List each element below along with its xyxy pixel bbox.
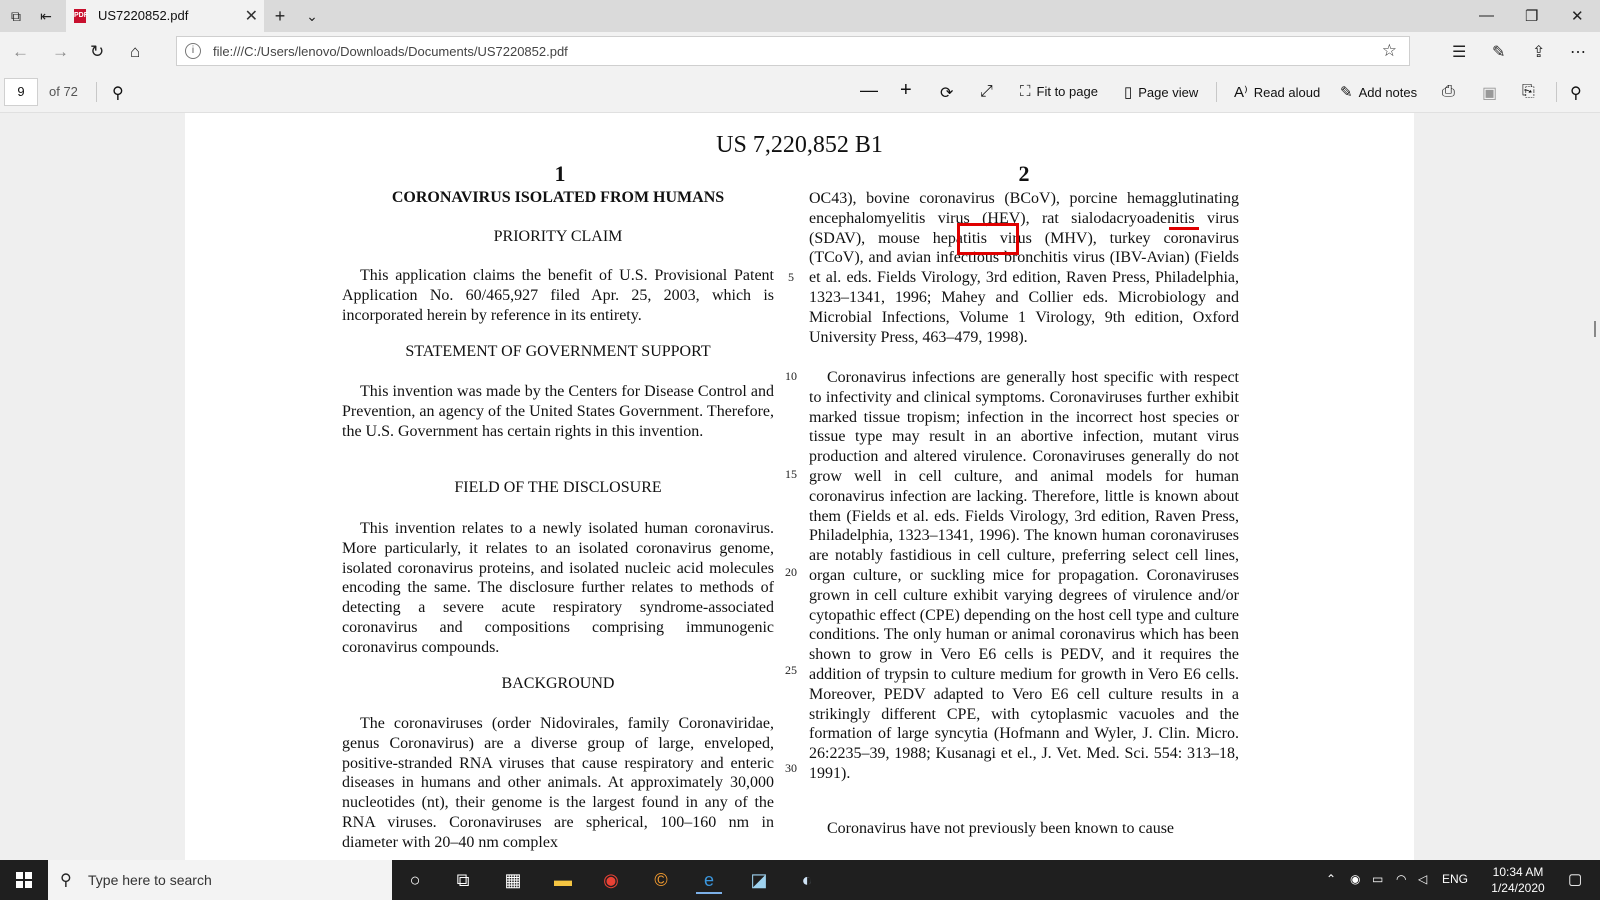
fullscreen-icon[interactable]: ⤢ [980, 83, 993, 101]
store-icon[interactable]: ▦ [500, 868, 526, 892]
home-icon[interactable]: ⌂ [130, 42, 140, 62]
paragraph-government: This invention was made by the Centers f… [342, 383, 774, 440]
minimize-icon[interactable]: — [1479, 7, 1494, 24]
language-indicator[interactable]: ENG [1442, 872, 1468, 886]
page-count: of 72 [49, 84, 78, 99]
annotation-box [957, 223, 1019, 255]
line-number: 25 [785, 663, 797, 677]
pen-icon[interactable]: ✎ [1492, 42, 1505, 62]
paragraph-continuation: Coronavirus have not previously been kno… [827, 820, 1175, 837]
wifi-icon[interactable]: ◠ [1396, 872, 1406, 886]
pdf-viewer[interactable]: US 7,220,852 B1 1 2 CORONAVIRUS ISOLATED… [0, 113, 1600, 860]
paragraph-field: This invention relates to a newly isolat… [342, 520, 774, 656]
file-explorer-icon[interactable]: ▬ [550, 868, 576, 892]
share-icon[interactable]: ⇪ [1532, 42, 1545, 62]
scrollbar[interactable] [1594, 321, 1596, 337]
clock[interactable]: 10:34 AM 1/24/2020 [1478, 864, 1558, 896]
date: 1/24/2020 [1491, 881, 1545, 895]
pin-toolbar-icon[interactable]: ⚲ [1570, 83, 1582, 103]
app-c-icon[interactable]: © [648, 868, 674, 892]
page-view-icon: ▯ [1124, 84, 1133, 101]
more-icon[interactable]: ⋯ [1570, 42, 1586, 62]
document-title: CORONAVIRUS ISOLATED FROM HUMANS [391, 189, 725, 206]
show-hidden-icons[interactable]: ⌃ [1326, 872, 1336, 886]
start-button[interactable] [0, 860, 48, 900]
column-number-2: 2 [1018, 161, 1030, 186]
tab-active[interactable]: PDF US7220852.pdf ✕ [66, 0, 264, 32]
tab-actions-icon[interactable]: ⧉ [8, 8, 24, 24]
zoom-out-icon[interactable]: — [860, 80, 878, 101]
record-icon[interactable]: ◉ [1350, 872, 1360, 886]
paragraph-infections: Coronavirus infections are generally hos… [809, 369, 1239, 782]
search-icon: ⚲ [60, 872, 72, 889]
favorites-icon[interactable]: ☰ [1452, 42, 1466, 62]
search-icon[interactable]: ⚲ [112, 83, 124, 103]
paragraph-coronavirus-types: OC43), bovine coronavirus (BCoV), porcin… [809, 190, 1239, 346]
fit-to-page-icon: ⛶ [1020, 83, 1031, 100]
pdf-page: US 7,220,852 B1 1 2 CORONAVIRUS ISOLATED… [185, 113, 1414, 860]
paragraph-priority: This application claims the benefit of U… [342, 267, 774, 324]
windows-icon [16, 872, 32, 888]
read-aloud-icon: A⁾ [1234, 84, 1248, 101]
line-number: 20 [785, 565, 797, 579]
pdf-toolbar: 9 of 72 ⚲ — + ⟳ ⤢ ⛶ Fit to page ▯ Page vie… [0, 72, 1600, 113]
heading-priority-claim: PRIORITY CLAIM [493, 228, 623, 245]
paragraph-background: The coronaviruses (order Nidovirales, fa… [342, 715, 774, 851]
time: 10:34 AM [1492, 865, 1544, 879]
pdf-icon: PDF [74, 9, 88, 23]
refresh-icon[interactable]: ↻ [90, 42, 104, 62]
line-number: 30 [785, 761, 797, 775]
read-aloud-button[interactable]: A⁾ Read aloud [1234, 83, 1320, 101]
paint-icon[interactable]: ◐ [794, 868, 820, 892]
fit-to-page-button[interactable]: ⛶ Fit to page [1020, 83, 1098, 100]
close-tab-icon[interactable]: ✕ [245, 6, 258, 26]
url-text: file:///C:/Users/lenovo/Downloads/Docume… [213, 44, 568, 59]
line-number: 15 [785, 467, 797, 481]
favorite-star-icon[interactable]: ☆ [1382, 41, 1397, 61]
divider [1216, 82, 1217, 102]
line-number: 5 [788, 270, 794, 284]
info-icon[interactable]: i [185, 43, 201, 59]
column-number-1: 1 [554, 161, 566, 186]
notifications-icon[interactable]: ▢ [1568, 870, 1582, 888]
annotation-underline [1169, 227, 1199, 230]
heading-field: FIELD OF THE DISCLOSURE [454, 479, 662, 496]
new-tab-icon[interactable]: + [272, 7, 288, 25]
heading-government-support: STATEMENT OF GOVERNMENT SUPPORT [405, 343, 711, 360]
add-notes-button[interactable]: ✎ Add notes [1340, 83, 1417, 101]
page-number-input[interactable]: 9 [4, 78, 38, 106]
chrome-icon[interactable]: ◉ [598, 868, 624, 892]
tab-bar: ⧉ ⇤ PDF US7220852.pdf ✕ + ⌄ — ❐ ✕ [0, 0, 1600, 32]
search-placeholder: Type here to search [88, 872, 212, 888]
pen-icon: ✎ [1340, 84, 1353, 101]
rotate-icon[interactable]: ⟳ [940, 83, 953, 103]
forward-icon[interactable]: → [52, 42, 69, 62]
cortana-icon[interactable]: ○ [402, 868, 428, 892]
set-tabs-aside-icon[interactable]: ⇤ [38, 8, 54, 24]
taskbar: ⚲ Type here to search ○ ⧉ ▦ ▬ ◉ © e ◪ ◐ … [0, 860, 1600, 900]
address-bar: ← → ↻ ⌂ i file:///C:/Users/lenovo/Downlo… [0, 32, 1600, 72]
tab-title: US7220852.pdf [98, 8, 189, 23]
print-icon[interactable]: ⎙ [1442, 83, 1455, 101]
divider [96, 82, 97, 102]
edge-icon[interactable]: e [696, 868, 722, 894]
back-icon[interactable]: ← [12, 42, 29, 62]
heading-background: BACKGROUND [501, 675, 615, 692]
close-window-icon[interactable]: ✕ [1571, 7, 1584, 25]
save-as-icon[interactable]: ⎘ [1522, 83, 1535, 101]
restore-icon[interactable]: ❐ [1525, 7, 1538, 25]
volume-icon[interactable]: ◁ [1418, 872, 1427, 886]
task-view-icon[interactable]: ⧉ [450, 868, 476, 892]
chevron-down-icon[interactable]: ⌄ [304, 8, 320, 24]
zoom-in-icon[interactable]: + [900, 79, 912, 102]
save-icon[interactable]: ▣ [1482, 83, 1497, 103]
app-window-icon[interactable]: ◪ [746, 868, 772, 892]
battery-icon[interactable]: ▭ [1372, 872, 1383, 886]
divider [1556, 82, 1557, 102]
line-number: 10 [785, 369, 797, 383]
page-view-button[interactable]: ▯ Page view [1124, 83, 1198, 101]
patent-number: US 7,220,852 B1 [716, 132, 883, 158]
taskbar-search-input[interactable]: ⚲ Type here to search [48, 860, 392, 900]
url-field[interactable]: i file:///C:/Users/lenovo/Downloads/Docu… [176, 36, 1410, 66]
